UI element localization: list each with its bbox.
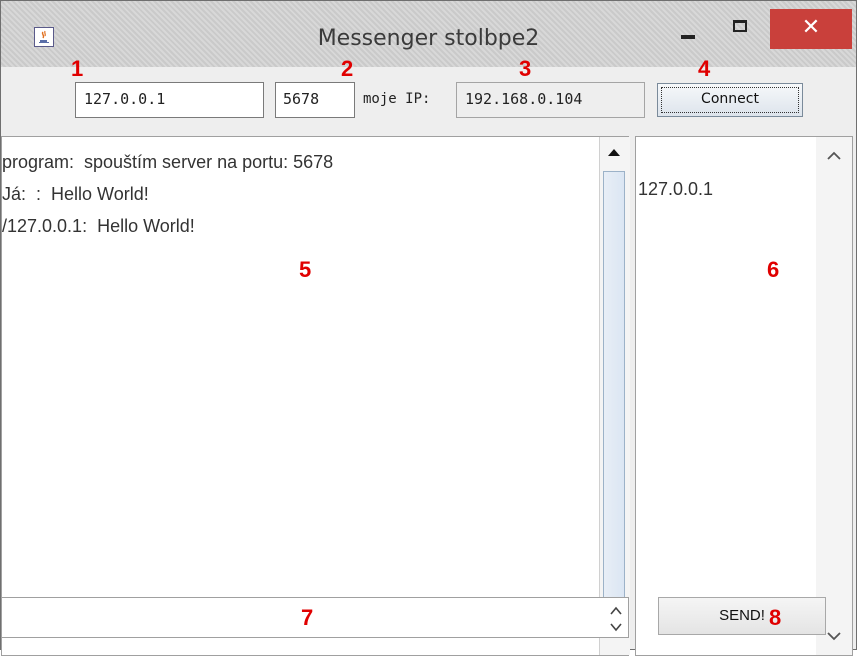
ip-address-field[interactable]: 127.0.0.1 xyxy=(75,82,264,118)
maximize-button[interactable] xyxy=(717,9,765,49)
scroll-thumb[interactable] xyxy=(603,171,625,621)
my-ip-field: 192.168.0.104 xyxy=(456,82,645,118)
my-ip-label: moje IP: xyxy=(363,91,431,107)
message-spinner[interactable] xyxy=(606,602,626,636)
connect-button-label: Connect xyxy=(701,91,759,107)
annotation-7: 7 xyxy=(301,605,314,630)
minimize-icon xyxy=(681,35,695,39)
annotation-1: 1 xyxy=(71,56,84,81)
chat-line: Já: : Hello World! xyxy=(2,184,149,204)
annotation-8: 8 xyxy=(769,605,782,630)
chat-line: /127.0.0.1: Hello World! xyxy=(2,216,195,236)
main-panel: 127.0.0.1 5678 moje IP: 192.168.0.104 Co… xyxy=(1,67,856,656)
chevron-up-icon[interactable] xyxy=(610,606,622,615)
minimize-button[interactable] xyxy=(665,9,713,49)
user-list-scrollbar[interactable] xyxy=(816,137,852,655)
chat-scrollbar[interactable] xyxy=(599,137,630,655)
annotation-3: 3 xyxy=(519,56,532,81)
chevron-up-icon[interactable] xyxy=(826,147,842,166)
close-button[interactable]: ✕ xyxy=(770,9,852,49)
chat-line: program: spouštím server na portu: 5678 xyxy=(2,152,334,172)
annotation-4: 4 xyxy=(698,56,711,81)
annotation-6: 6 xyxy=(767,257,780,282)
annotation-2: 2 xyxy=(341,56,354,81)
send-button-label: SEND! xyxy=(719,607,765,624)
chevron-down-icon[interactable] xyxy=(826,627,842,646)
chat-log[interactable]: program: spouštím server na portu: 5678 … xyxy=(1,136,630,656)
scroll-up-arrow-icon[interactable] xyxy=(603,141,625,167)
close-icon: ✕ xyxy=(801,15,821,40)
send-button[interactable]: SEND! xyxy=(658,597,826,635)
annotation-5: 5 xyxy=(299,257,312,282)
chat-lines: program: spouštím server na portu: 5678 … xyxy=(2,146,333,242)
port-field[interactable]: 5678 xyxy=(275,82,355,118)
message-input[interactable] xyxy=(1,597,629,638)
title-bar[interactable]: Messenger stolbpe2 ✕ xyxy=(1,1,856,67)
user-list[interactable]: 127.0.0.1 xyxy=(635,136,853,656)
chevron-down-icon[interactable] xyxy=(610,623,622,632)
maximize-icon xyxy=(733,20,747,32)
user-list-item[interactable]: 127.0.0.1 xyxy=(638,179,713,200)
connect-button[interactable]: Connect xyxy=(657,83,803,117)
messenger-window: Messenger stolbpe2 ✕ 127.0.0.1 5678 moje… xyxy=(0,0,857,656)
